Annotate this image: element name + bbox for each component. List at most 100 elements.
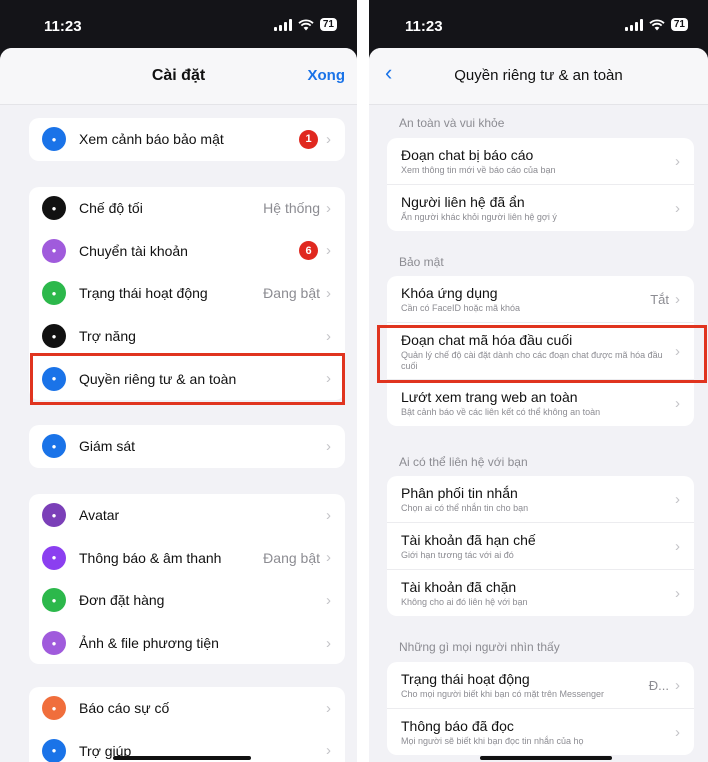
settings-item-label: Trợ năng xyxy=(79,328,136,345)
home-indicator xyxy=(113,756,251,760)
chevron-right-icon: › xyxy=(326,199,331,217)
settings-item[interactable]: ● Trạng thái hoạt động Đang bật › xyxy=(29,272,345,315)
status-icons: 71 xyxy=(273,18,337,31)
privacy-item-text: Tài khoản đã hạn chế Giới hạn tương tác v… xyxy=(401,531,675,561)
settings-item[interactable]: ● Chuyển tài khoản 6 › xyxy=(29,230,345,273)
privacy-item[interactable]: Tài khoản đã hạn chế Giới hạn tương tác v… xyxy=(387,523,694,570)
settings-group: ● Giám sát › xyxy=(29,425,345,468)
settings-item-label: Báo cáo sự cố xyxy=(79,700,170,717)
nav-bar: Cài đặt Xong xyxy=(0,48,357,105)
privacy-item-subtitle: Cho mọi người biết khi bạn có mặt trên M… xyxy=(401,689,605,699)
chevron-right-icon: › xyxy=(675,394,680,412)
privacy-item[interactable]: Thông báo đã đọc Mọi người sẽ biết khi bạ… xyxy=(387,709,694,755)
status-time: 11:23 xyxy=(44,18,82,35)
shield-home-icon: ● xyxy=(42,127,66,152)
settings-sheet: Cài đặt Xong ● Xem cảnh báo bảo mật 1 › ● Chế… xyxy=(0,48,357,762)
settings-item-value: Đang bật xyxy=(263,285,320,302)
section-header: Ai có thể liên hệ với bạn xyxy=(399,455,528,469)
privacy-item[interactable]: Khóa ứng dụng Cần có FaceID hoặc mã khóa T… xyxy=(387,276,694,323)
settings-item[interactable]: ● Báo cáo sự cố › xyxy=(29,687,345,730)
bell-icon: ● xyxy=(42,545,66,570)
chevron-right-icon: › xyxy=(326,506,331,524)
privacy-item-subtitle: Giới hạn tương tác với ai đó xyxy=(401,550,514,560)
privacy-item-title: Khóa ứng dụng xyxy=(401,285,498,301)
settings-item-label: Thông báo & âm thanh xyxy=(79,549,222,566)
privacy-item-value: Đ... xyxy=(648,677,669,693)
privacy-item-title: Lướt xem trang web an toàn xyxy=(401,389,578,405)
privacy-item-title: Tài khoản đã hạn chế xyxy=(401,532,536,548)
settings-screen: 11:23 71 Cài đặt Xong ● Xem cảnh báo bảo … xyxy=(0,0,357,762)
chevron-right-icon: › xyxy=(326,591,331,609)
settings-item-value: Hệ thống xyxy=(263,200,320,217)
chevron-right-icon: › xyxy=(675,537,680,555)
switch-account-icon: ● xyxy=(42,238,66,263)
settings-item[interactable]: ● Giám sát › xyxy=(29,425,345,468)
chevron-right-icon: › xyxy=(675,584,680,602)
page-title: Quyền riêng tư & an toàn xyxy=(454,67,623,84)
highlight-e2ee xyxy=(377,325,707,383)
settings-item-label: Avatar xyxy=(79,507,120,524)
section-header: An toàn và vui khỏe xyxy=(399,116,505,130)
settings-group: ● Báo cáo sự cố › ● Trợ giúp › xyxy=(29,687,345,762)
section-header: Những gì mọi người nhìn thấy xyxy=(399,640,560,654)
done-button[interactable]: Xong xyxy=(308,67,346,84)
privacy-item-title: Tài khoản đã chặn xyxy=(401,579,517,595)
highlight-privacy xyxy=(30,353,345,405)
wifi-icon xyxy=(649,18,665,30)
privacy-sheet: ‹ Quyền riêng tư & an toàn An toàn và vu… xyxy=(369,48,708,762)
settings-item-label: Đơn đặt hàng xyxy=(79,592,165,609)
settings-group: ● Xem cảnh báo bảo mật 1 › xyxy=(29,118,345,161)
battery-icon: 71 xyxy=(670,18,688,31)
privacy-item[interactable]: Đoạn chat bị báo cáo Xem thông tin mới về… xyxy=(387,138,694,185)
settings-group: ● Avatar › ● Thông báo & âm thanh Đang bật › ● Đ… xyxy=(29,494,345,665)
settings-item[interactable]: ● Chế độ tối Hệ thống › xyxy=(29,187,345,230)
status-icons: 71 xyxy=(624,18,688,31)
privacy-screen: 11:23 71 ‹ Quyền riêng tư & an toàn An t… xyxy=(369,0,708,762)
chevron-right-icon: › xyxy=(326,242,331,260)
privacy-item-value: Tắt xyxy=(650,291,669,307)
wifi-icon xyxy=(298,18,314,30)
privacy-item-subtitle: Bật cảnh báo về các liên kết có thể khôn… xyxy=(401,407,601,417)
chevron-right-icon: › xyxy=(675,723,680,741)
privacy-item-text: Người liên hệ đã ẩn Ẩn người khác khỏi ng… xyxy=(401,193,675,223)
privacy-item-text: Đoạn chat bị báo cáo Xem thông tin mới về… xyxy=(401,146,675,176)
privacy-item[interactable]: Tài khoản đã chặn Không cho ai đó liên hệ… xyxy=(387,570,694,616)
settings-item[interactable]: ● Ảnh & file phương tiện › xyxy=(29,622,345,665)
settings-item[interactable]: ● Đơn đặt hàng › xyxy=(29,579,345,622)
media-icon: ● xyxy=(42,631,66,656)
privacy-item-text: Lướt xem trang web an toàn Bật cảnh báo v… xyxy=(401,388,675,418)
privacy-item-text: Khóa ứng dụng Cần có FaceID hoặc mã khóa xyxy=(401,284,650,314)
privacy-group: Trạng thái hoạt động Cho mọi người biết k… xyxy=(387,662,694,755)
privacy-group: Phân phối tin nhắn Chọn ai có thể nhắn ti… xyxy=(387,476,694,616)
privacy-item-subtitle: Không cho ai đó liên hệ với bạn xyxy=(401,597,528,607)
accessibility-icon: ● xyxy=(42,324,66,349)
privacy-item[interactable]: Phân phối tin nhắn Chọn ai có thể nhắn ti… xyxy=(387,476,694,523)
settings-item[interactable]: ● Trợ năng › xyxy=(29,315,345,358)
privacy-item[interactable]: Lướt xem trang web an toàn Bật cảnh báo v… xyxy=(387,380,694,426)
settings-item-label: Xem cảnh báo bảo mật xyxy=(79,131,224,148)
settings-item[interactable]: ● Thông báo & âm thanh Đang bật › xyxy=(29,537,345,580)
settings-item[interactable]: ● Avatar › xyxy=(29,494,345,537)
settings-item-value: Đang bật xyxy=(263,549,320,566)
privacy-item-subtitle: Ẩn người khác khỏi người liên hệ gợi ý xyxy=(401,212,557,222)
chevron-right-icon: › xyxy=(675,199,680,217)
settings-item-label: Giám sát xyxy=(79,438,136,455)
privacy-group: Đoạn chat bị báo cáo Xem thông tin mới về… xyxy=(387,138,694,231)
chevron-right-icon: › xyxy=(675,490,680,508)
section-header: Bảo mật xyxy=(399,255,444,269)
help-icon: ● xyxy=(42,738,66,762)
settings-item[interactable]: ● Xem cảnh báo bảo mật 1 › xyxy=(29,118,345,161)
active-status-icon: ● xyxy=(42,281,66,306)
privacy-item-title: Thông báo đã đọc xyxy=(401,718,514,734)
warning-icon: ● xyxy=(42,696,66,721)
privacy-item-text: Trạng thái hoạt động Cho mọi người biết k… xyxy=(401,670,649,700)
privacy-item-text: Thông báo đã đọc Mọi người sẽ biết khi bạ… xyxy=(401,717,675,747)
settings-item-label: Chế độ tối xyxy=(79,200,143,217)
chevron-right-icon: › xyxy=(326,699,331,717)
privacy-item[interactable]: Người liên hệ đã ẩn Ẩn người khác khỏi ng… xyxy=(387,185,694,231)
privacy-item-title: Người liên hệ đã ẩn xyxy=(401,194,525,210)
chevron-right-icon: › xyxy=(675,152,680,170)
chevron-right-icon: › xyxy=(326,437,331,455)
privacy-item[interactable]: Trạng thái hoạt động Cho mọi người biết k… xyxy=(387,662,694,709)
chevron-right-icon: › xyxy=(326,130,331,148)
